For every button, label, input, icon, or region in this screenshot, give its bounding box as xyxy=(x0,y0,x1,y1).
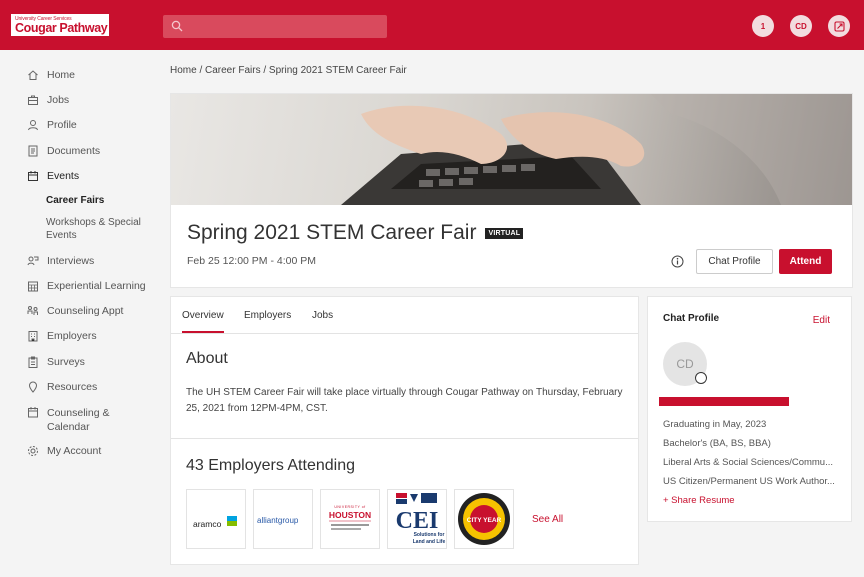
alliantgroup-logo: alliantgroup xyxy=(257,516,299,525)
tab-employers[interactable]: Employers xyxy=(244,310,291,321)
breadcrumb[interactable]: Home / Career Fairs / Spring 2021 STEM C… xyxy=(170,65,407,76)
document-icon xyxy=(28,145,38,157)
sidebar-item-label: Surveys xyxy=(47,356,85,368)
work-authorization: US Citizen/Permanent US Work Author... xyxy=(663,476,835,487)
employers-heading: 43 Employers Attending xyxy=(186,457,355,474)
section-divider xyxy=(171,438,638,439)
clipboard-icon xyxy=(28,356,38,368)
chat-profile-heading: Chat Profile xyxy=(663,313,720,324)
sidebar-subitem-career-fairs[interactable]: Career Fairs xyxy=(46,194,104,207)
svg-text:Land and Life: Land and Life xyxy=(413,539,446,545)
event-title: Spring 2021 STEM Career Fair VIRTUAL xyxy=(187,221,524,245)
svg-text:CITY YEAR: CITY YEAR xyxy=(467,517,502,524)
search-icon xyxy=(171,20,183,32)
logo-title: Cougar Pathway xyxy=(15,21,108,35)
event-header-card: Spring 2021 STEM Career Fair VIRTUAL Feb… xyxy=(170,93,853,288)
cei-logo: CEI Solutions for Land and Life xyxy=(396,493,446,545)
graduation-date: Graduating in May, 2023 xyxy=(663,419,767,430)
cougar-pathway-logo[interactable]: University Career Services Cougar Pathwa… xyxy=(11,14,109,36)
sidebar-item-label: Profile xyxy=(47,119,77,131)
tab-overview[interactable]: Overview xyxy=(182,310,224,333)
employer-name-aramco: aramco xyxy=(193,519,222,529)
university-of-houston-logo: UNIVERSITY of HOUSTON xyxy=(329,505,371,530)
calendar-grid-icon xyxy=(28,281,38,292)
city-year-logo: CITY YEAR xyxy=(458,493,510,545)
event-banner-image xyxy=(171,94,852,205)
aramco-logo: aramco xyxy=(193,516,237,529)
pin-icon xyxy=(28,381,38,393)
sidebar-item-documents[interactable]: Documents xyxy=(27,145,100,157)
sidebar-item-label: Jobs xyxy=(47,94,70,106)
keyboard-hands-photo xyxy=(171,94,852,205)
sidebar-item-home[interactable]: Home xyxy=(27,69,75,81)
sidebar-item-label: Home xyxy=(47,69,76,81)
briefcase-icon xyxy=(28,95,38,105)
share-resume-link[interactable]: + Share Resume xyxy=(663,495,735,506)
event-details-card: Overview Employers Jobs About The UH STE… xyxy=(170,296,639,565)
svg-text:HOUSTON: HOUSTON xyxy=(329,510,371,520)
sidebar-item-profile[interactable]: Profile xyxy=(27,119,77,131)
sidebar-item-counseling-calendar[interactable]: Counseling & Calendar xyxy=(27,406,137,434)
calendar-icon xyxy=(28,171,38,181)
external-link-icon xyxy=(833,20,845,32)
edit-chat-profile-link[interactable]: Edit xyxy=(813,315,830,326)
search-input[interactable] xyxy=(163,15,387,38)
sidebar-item-label: Employers xyxy=(47,330,97,342)
employer-logo-city-year[interactable]: CITY YEAR xyxy=(454,489,514,549)
employer-logo-alliantgroup[interactable]: alliantgroup xyxy=(253,489,313,549)
sidebar-item-label: My Account xyxy=(47,445,102,457)
sidebar-subitem-workshops[interactable]: Workshops & Special Events xyxy=(46,216,146,242)
about-heading: About xyxy=(186,350,228,367)
status-indicator-icon xyxy=(695,372,707,384)
gear-icon xyxy=(28,446,38,456)
college: Liberal Arts & Social Sciences/Commu... xyxy=(663,457,834,468)
event-date: Feb 25 12:00 PM - 4:00 PM xyxy=(187,255,316,267)
home-icon xyxy=(28,70,38,80)
about-text: The UH STEM Career Fair will take place … xyxy=(186,387,623,414)
notification-badge[interactable]: 1 xyxy=(752,15,774,37)
virtual-badge: VIRTUAL xyxy=(485,227,524,239)
degree-level: Bachelor's (BA, BS, BBA) xyxy=(663,438,771,449)
employer-logo-cei[interactable]: CEI Solutions for Land and Life xyxy=(387,489,447,549)
sidebar-item-jobs[interactable]: Jobs xyxy=(27,94,69,106)
see-all-employers-link[interactable]: See All xyxy=(532,514,563,525)
attend-button[interactable]: Attend xyxy=(779,249,832,274)
event-tabs: Overview Employers Jobs xyxy=(171,297,638,334)
sidebar-item-label: Counseling & Calendar xyxy=(47,407,110,433)
sidebar-item-surveys[interactable]: Surveys xyxy=(27,356,85,368)
user-icon xyxy=(28,120,38,131)
sidebar-item-resources[interactable]: Resources xyxy=(27,381,97,393)
employer-logo-uh[interactable]: UNIVERSITY of HOUSTON xyxy=(320,489,380,549)
sidebar-item-employers[interactable]: Employers xyxy=(27,330,97,342)
open-external-button[interactable] xyxy=(828,15,850,37)
sidebar-item-events[interactable]: Events xyxy=(27,170,79,182)
svg-text:UNIVERSITY of: UNIVERSITY of xyxy=(334,505,365,509)
chat-profile-button[interactable]: Chat Profile xyxy=(696,249,773,274)
svg-text:Solutions for: Solutions for xyxy=(414,532,445,538)
interview-icon xyxy=(27,256,39,266)
building-icon xyxy=(28,331,38,342)
sidebar-item-label: Counseling Appt xyxy=(47,305,124,317)
sidebar-item-interviews[interactable]: Interviews xyxy=(27,255,94,267)
sidebar-item-label: Experiential Learning xyxy=(47,280,146,292)
svg-text:CEI: CEI xyxy=(396,508,439,534)
employer-name-alliantgroup: alliantgroup xyxy=(257,516,299,525)
sidebar-item-label: Resources xyxy=(47,381,98,393)
sidebar-item-label: Interviews xyxy=(47,255,95,267)
user-avatar[interactable]: CD xyxy=(790,15,812,37)
event-title-text: Spring 2021 STEM Career Fair xyxy=(187,221,477,244)
tab-jobs[interactable]: Jobs xyxy=(312,310,333,321)
sidebar-item-label: Events xyxy=(47,170,80,182)
sidebar-item-my-account[interactable]: My Account xyxy=(27,445,101,457)
counseling-icon xyxy=(27,306,38,315)
sidebar-item-counseling-appt[interactable]: Counseling Appt xyxy=(27,305,123,317)
info-icon[interactable] xyxy=(671,255,684,268)
sidebar-item-label: Documents xyxy=(47,145,101,157)
employer-logo-aramco[interactable]: aramco xyxy=(186,489,246,549)
top-bar: University Career Services Cougar Pathwa… xyxy=(0,0,864,50)
sidebar-item-experiential-learning[interactable]: Experiential Learning xyxy=(27,280,146,292)
chat-profile-card: Chat Profile Edit CD Graduating in May, … xyxy=(647,296,852,522)
calendar-outline-icon xyxy=(28,407,38,418)
redacted-name-bar xyxy=(659,397,789,406)
